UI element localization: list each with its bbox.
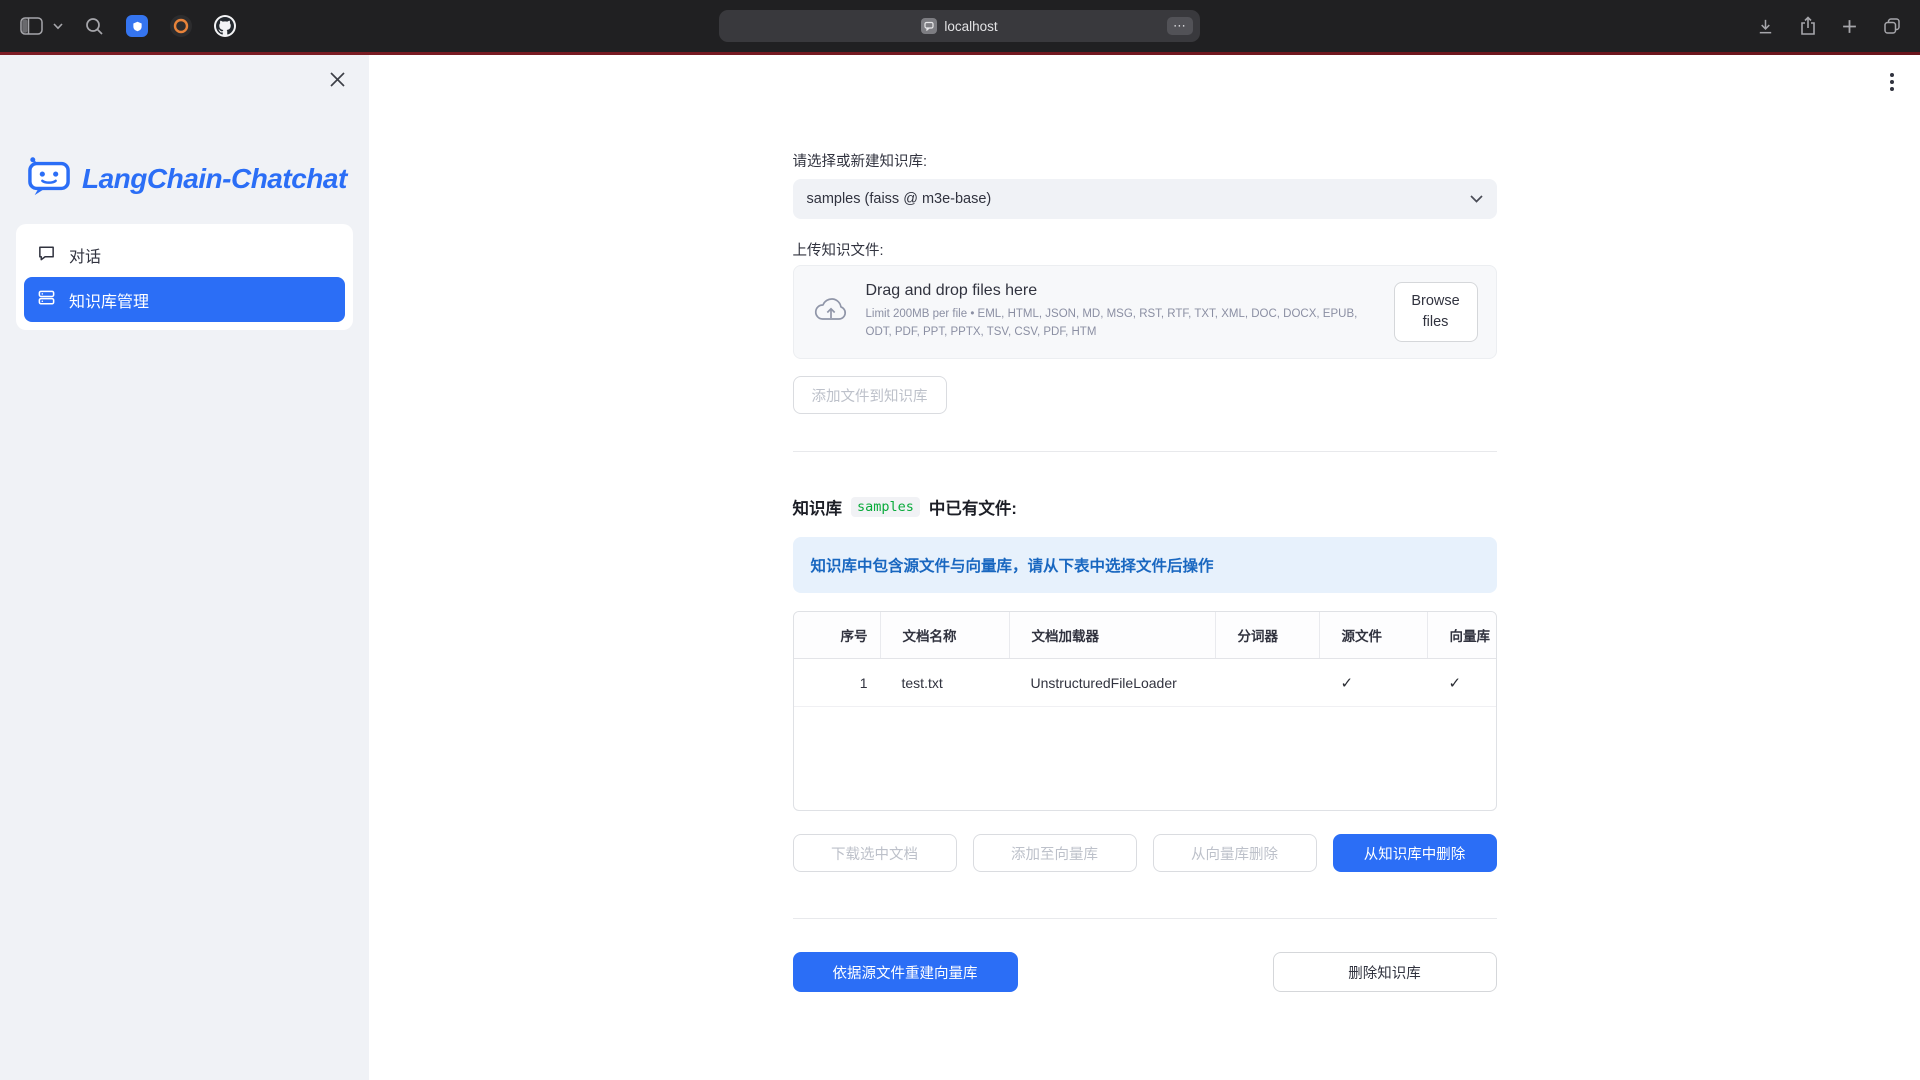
dropzone-limit-text: Limit 200MB per file • EML, HTML, JSON, …	[866, 306, 1378, 342]
logo-chat-icon	[26, 155, 72, 202]
sidebar: LangChain-Chatchat 对话	[0, 55, 369, 1080]
kb-files-table: 序号 文档名称 文档加载器 分词器 源文件 向量库 1 test.txt Uns…	[793, 611, 1497, 811]
col-header-splitter: 分词器	[1215, 612, 1319, 658]
file-dropzone[interactable]: Drag and drop files here Limit 200MB per…	[793, 265, 1497, 359]
rebuild-vector-store-button[interactable]: 依据源文件重建向量库	[793, 952, 1018, 992]
browser-toolbar: localhost ⋯	[0, 0, 1920, 52]
divider	[793, 451, 1497, 452]
select-kb-label: 请选择或新建知识库:	[793, 150, 1497, 170]
col-header-filename: 文档名称	[880, 612, 1009, 658]
sidebar-item-dialogue[interactable]: 对话	[24, 232, 345, 277]
extension-orange-icon[interactable]	[170, 15, 192, 37]
table-row[interactable]: 1 test.txt UnstructuredFileLoader ✓ ✓	[794, 659, 1496, 707]
add-files-to-kb-button[interactable]: 添加文件到知识库	[793, 376, 947, 414]
address-bar[interactable]: localhost ⋯	[719, 10, 1200, 42]
downloads-icon[interactable]	[1756, 17, 1775, 36]
logo-text: LangChain-Chatchat	[82, 163, 347, 195]
github-icon[interactable]	[214, 15, 236, 37]
col-header-index: 序号	[794, 612, 880, 658]
main-content: 请选择或新建知识库: samples (faiss @ m3e-base) 上传…	[369, 55, 1920, 1080]
info-banner: 知识库中包含源文件与向量库，请从下表中选择文件后操作	[793, 537, 1497, 593]
kb-heading-suffix: 中已有文件:	[929, 495, 1017, 519]
file-actions-row: 下载选中文档 添加至向量库 从向量库删除 从知识库中删除	[793, 834, 1497, 872]
sidebar-item-label: 对话	[69, 243, 101, 267]
table-header-row: 序号 文档名称 文档加载器 分词器 源文件 向量库	[794, 612, 1496, 659]
col-header-vector: 向量库	[1427, 612, 1496, 658]
sidebar-toggle-icon[interactable]	[20, 17, 43, 35]
sidebar-nav: 对话 知识库管理	[16, 224, 353, 330]
delete-from-vector-store-button[interactable]: 从向量库删除	[1153, 834, 1317, 872]
app-logo: LangChain-Chatchat	[26, 155, 369, 202]
sidebar-item-knowledge-base[interactable]: 知识库管理	[24, 277, 345, 322]
new-tab-icon[interactable]	[1841, 18, 1858, 35]
upload-label: 上传知识文件:	[793, 239, 1497, 259]
site-favicon	[921, 18, 937, 34]
app-menu-icon[interactable]	[1886, 69, 1898, 95]
page-settings-icon[interactable]: ⋯	[1167, 17, 1193, 35]
kb-select-value: samples (faiss @ m3e-base)	[807, 191, 992, 207]
divider	[793, 918, 1497, 919]
browse-files-button[interactable]: Browse files	[1394, 282, 1478, 342]
add-to-vector-store-button[interactable]: 添加至向量库	[973, 834, 1137, 872]
cell-index: 1	[794, 659, 880, 706]
cell-splitter	[1215, 659, 1319, 706]
search-icon[interactable]	[85, 17, 104, 36]
sidebar-item-label: 知识库管理	[69, 288, 149, 312]
col-header-source: 源文件	[1319, 612, 1427, 658]
sidebar-close-icon[interactable]	[325, 67, 349, 91]
tabs-overview-icon[interactable]	[1882, 16, 1902, 36]
cell-source-check: ✓	[1319, 659, 1427, 706]
dropzone-title: Drag and drop files here	[866, 282, 1378, 300]
col-header-loader: 文档加载器	[1009, 612, 1215, 658]
delete-from-kb-button[interactable]: 从知识库中删除	[1333, 834, 1497, 872]
chevron-down-icon[interactable]	[53, 23, 63, 30]
cloud-upload-icon	[812, 295, 850, 330]
knowledge-base-icon	[37, 288, 56, 312]
cell-vector-check: ✓	[1427, 659, 1496, 706]
extension-blue-icon[interactable]	[126, 15, 148, 37]
delete-kb-button[interactable]: 删除知识库	[1273, 952, 1497, 992]
share-icon[interactable]	[1799, 16, 1817, 36]
cell-loader: UnstructuredFileLoader	[1009, 659, 1215, 706]
kb-name-code: samples	[851, 497, 920, 517]
select-chevron-down-icon	[1470, 191, 1483, 207]
kb-files-heading: 知识库 samples 中已有文件:	[793, 495, 1497, 519]
download-selected-button[interactable]: 下载选中文档	[793, 834, 957, 872]
chat-bubble-icon	[37, 243, 56, 267]
kb-select[interactable]: samples (faiss @ m3e-base)	[793, 179, 1497, 219]
kb-heading-prefix: 知识库	[793, 495, 843, 519]
cell-filename: test.txt	[880, 659, 1009, 706]
address-url: localhost	[944, 19, 997, 34]
kb-management-row: 依据源文件重建向量库 删除知识库	[793, 952, 1497, 992]
